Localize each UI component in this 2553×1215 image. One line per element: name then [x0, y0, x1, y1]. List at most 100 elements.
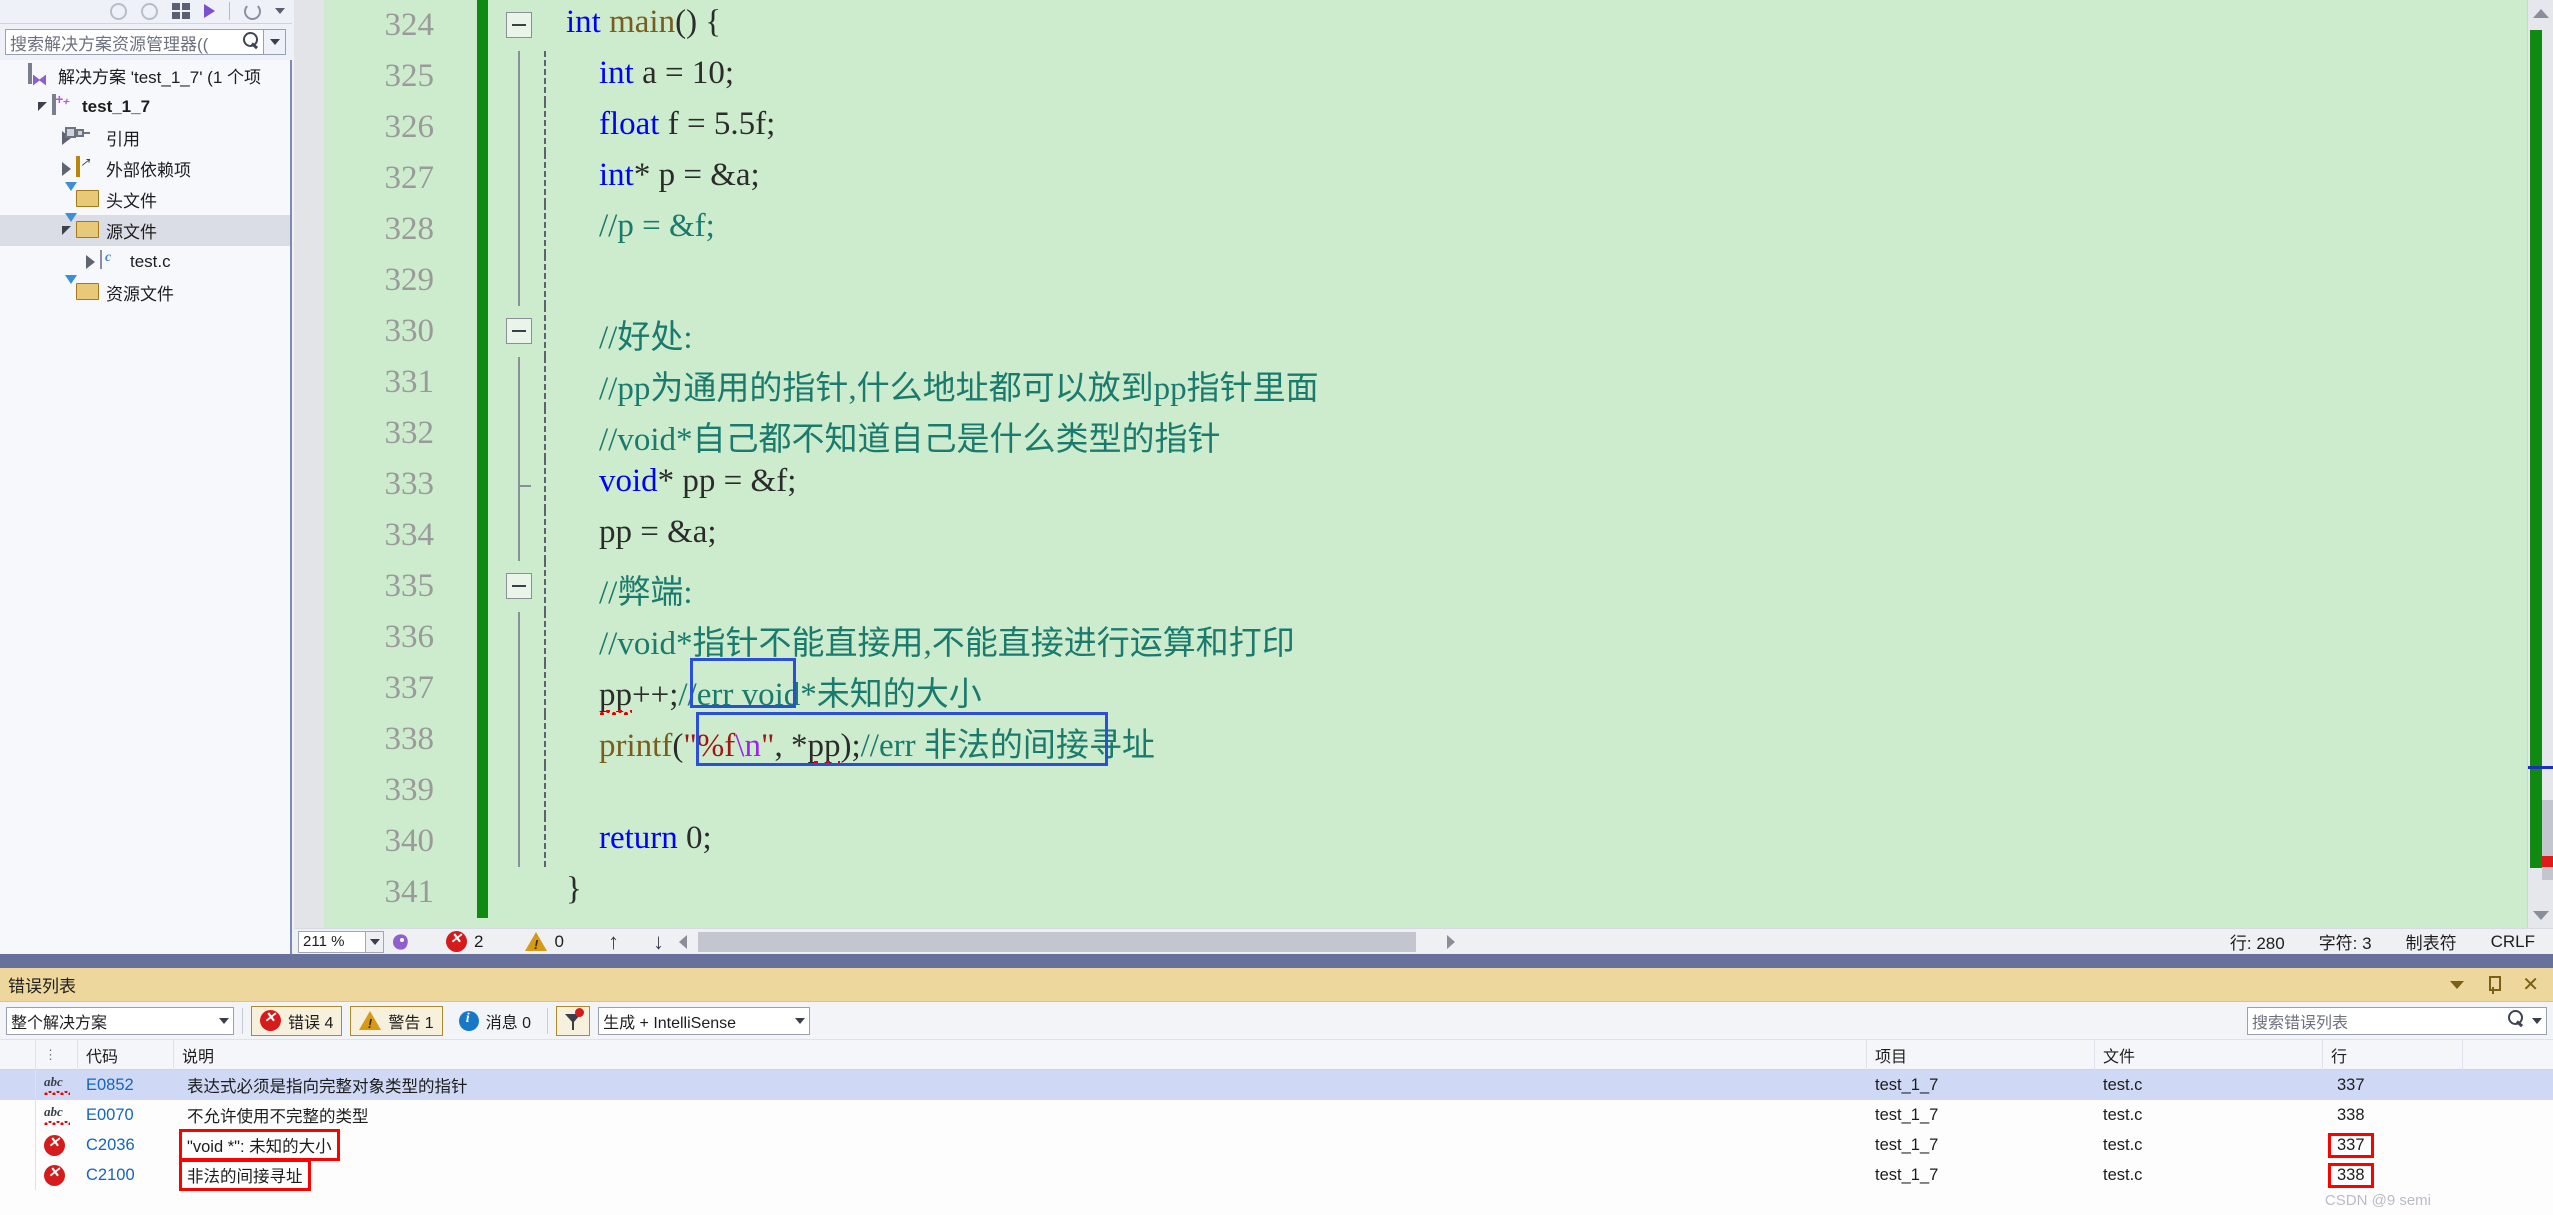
tree-item-5[interactable]: 源文件 — [0, 215, 290, 246]
code-line-325[interactable]: 325 int a = 10; — [294, 51, 2527, 102]
prev-issue-icon[interactable]: ↑ — [608, 929, 619, 955]
pin-icon[interactable] — [2486, 975, 2502, 994]
tabs-indicator[interactable]: 制表符 — [2406, 929, 2457, 954]
messages-toggle-button[interactable]: 消息 0 — [451, 1006, 539, 1036]
code-text[interactable]: //void*自己都不知道自己是什么类型的指针 — [494, 408, 2527, 459]
header-project[interactable]: 项目 — [1867, 1039, 2095, 1070]
table-row[interactable]: C2100 非法的间接寻址 test_1_7 test.c 338 — [0, 1159, 2553, 1191]
tree-item-4[interactable]: 头文件 — [0, 184, 290, 215]
chevron-down-icon[interactable] — [275, 8, 285, 14]
header-description[interactable]: 说明 — [174, 1039, 1867, 1070]
editor-code-area[interactable]: 324 int main() {325 int a = 10; 326 float … — [294, 0, 2527, 928]
tree-item-0[interactable]: 解决方案 'test_1_7' (1 个项 — [0, 60, 290, 91]
code-text[interactable]: //弊端: — [494, 561, 2527, 612]
table-row[interactable]: C2036 "void *": 未知的大小 test_1_7 test.c 337 — [0, 1129, 2553, 1161]
header-code[interactable]: 代码 — [78, 1039, 174, 1070]
code-line-326[interactable]: 326 float f = 5.5f; — [294, 102, 2527, 153]
scrollbar-thumb[interactable] — [2542, 800, 2553, 880]
code-editor[interactable]: 324 int main() {325 int a = 10; 326 float … — [294, 0, 2553, 954]
tree-twisty[interactable] — [32, 102, 52, 111]
editor-vertical-scrollbar[interactable] — [2527, 0, 2553, 928]
header-line[interactable]: 行 — [2323, 1039, 2463, 1070]
collapse-region-icon[interactable] — [506, 12, 532, 38]
next-issue-icon[interactable]: ↓ — [653, 929, 664, 955]
tree-item-2[interactable]: 引用 — [0, 122, 290, 153]
code-line-341[interactable]: 341} — [294, 867, 2527, 918]
scroll-right-icon[interactable] — [1440, 932, 1462, 952]
solution-tree[interactable]: 解决方案 'test_1_7' (1 个项 test_1_7 引用外部依赖项头文件源… — [0, 60, 290, 954]
code-line-324[interactable]: 324 int main() { — [294, 0, 2527, 51]
search-icon[interactable] — [2508, 1010, 2524, 1031]
zoom-level-input[interactable]: 211 % — [298, 930, 366, 953]
code-text[interactable]: //void*指针不能直接用,不能直接进行运算和打印 — [494, 612, 2527, 663]
code-line-334[interactable]: 334 pp = &a; — [294, 510, 2527, 561]
collapse-arrow-icon[interactable] — [37, 102, 47, 111]
code-text[interactable]: printf("%f\n", *pp);//err 非法的间接寻址 — [494, 714, 2527, 765]
code-text[interactable]: int* p = &a; — [494, 153, 2527, 204]
code-line-331[interactable]: 331 //pp为通用的指针,什么地址都可以放到pp指针里面 — [294, 357, 2527, 408]
header-severity[interactable]: ⋮ — [36, 1039, 78, 1070]
scope-filter-dropdown[interactable]: 整个解决方案 — [6, 1006, 234, 1035]
panel-menu-icon[interactable] — [2450, 980, 2465, 989]
search-options-button[interactable] — [264, 29, 286, 55]
code-line-340[interactable]: 340 return 0; — [294, 816, 2527, 867]
code-line-332[interactable]: 332 //void*自己都不知道自己是什么类型的指针 — [294, 408, 2527, 459]
tree-twisty[interactable] — [56, 161, 76, 176]
forward-icon[interactable] — [141, 2, 158, 20]
code-text[interactable]: //p = &f; — [494, 204, 2527, 255]
warnings-toggle-button[interactable]: 警告 1 — [350, 1005, 443, 1036]
code-text[interactable]: //pp为通用的指针,什么地址都可以放到pp指针里面 — [494, 357, 2527, 408]
code-text[interactable]: int a = 10; — [494, 51, 2527, 102]
code-line-327[interactable]: 327 int* p = &a; — [294, 153, 2527, 204]
error-list-rows[interactable]: E0852表达式必须是指向完整对象类型的指针test_1_7test.c337E… — [0, 1070, 2553, 1191]
code-line-328[interactable]: 328 //p = &f; — [294, 204, 2527, 255]
editor-horizontal-scrollbar[interactable] — [672, 931, 2222, 952]
errors-toggle-button[interactable]: 错误 4 — [251, 1005, 343, 1036]
warning-count-status[interactable]: 0 — [525, 932, 564, 952]
zoom-dropdown-icon[interactable] — [366, 930, 384, 953]
scroll-up-icon[interactable] — [2528, 0, 2553, 26]
code-text[interactable] — [494, 255, 2527, 306]
error-count-status[interactable]: 2 — [446, 930, 483, 952]
build-filter-dropdown[interactable]: 生成 + IntelliSense — [598, 1006, 811, 1035]
tree-item-7[interactable]: 资源文件 — [0, 277, 290, 308]
scroll-left-icon[interactable] — [672, 932, 694, 952]
code-line-338[interactable]: 338 printf("%f\n", *pp);//err 非法的间接寻址 — [294, 714, 2527, 765]
code-text[interactable]: pp = &a; — [494, 510, 2527, 561]
tree-twisty[interactable] — [56, 226, 76, 235]
code-text[interactable]: pp++;//err void*未知的大小 — [494, 663, 2527, 714]
code-text[interactable] — [494, 765, 2527, 816]
search-input[interactable]: 搜索解决方案资源管理器(( — [5, 29, 264, 55]
tree-item-3[interactable]: 外部依赖项 — [0, 153, 290, 184]
scroll-down-icon[interactable] — [2528, 902, 2553, 928]
table-row[interactable]: E0070 不允许使用不完整的类型 test_1_7 test.c 338 — [0, 1100, 2553, 1130]
code-line-337[interactable]: 337 pp++;//err void*未知的大小 — [294, 663, 2527, 714]
filter-button[interactable] — [556, 1005, 591, 1036]
code-line-330[interactable]: 330 //好处: — [294, 306, 2527, 357]
tree-item-6[interactable]: test.c — [0, 246, 290, 277]
code-line-329[interactable]: 329 — [294, 255, 2527, 306]
error-search-input[interactable]: 搜索错误列表 — [2247, 1006, 2547, 1035]
back-icon[interactable] — [110, 2, 127, 20]
collapse-region-icon[interactable] — [506, 318, 532, 344]
tree-twisty[interactable] — [80, 254, 100, 269]
expand-arrow-icon[interactable] — [61, 161, 71, 176]
code-text[interactable]: } — [494, 867, 2527, 918]
hscrollbar-thumb[interactable] — [697, 931, 1416, 952]
collapse-arrow-icon[interactable] — [61, 226, 71, 235]
home-grid-icon[interactable] — [172, 3, 190, 19]
code-text[interactable]: //好处: — [494, 306, 2527, 357]
code-text[interactable]: void* pp = &f; — [494, 459, 2527, 510]
code-line-333[interactable]: 333 void* pp = &f; — [294, 459, 2527, 510]
eol-indicator[interactable]: CRLF — [2491, 932, 2535, 952]
code-text[interactable]: return 0; — [494, 816, 2527, 867]
code-text[interactable]: int main() { — [494, 0, 2527, 51]
sync-arrow-icon[interactable] — [204, 4, 215, 18]
search-icon[interactable] — [243, 31, 259, 53]
table-row[interactable]: E0852 表达式必须是指向完整对象类型的指针 test_1_7 test.c 337 — [0, 1070, 2553, 1100]
expand-arrow-icon[interactable] — [85, 254, 95, 269]
intellisense-head-icon[interactable] — [384, 931, 418, 953]
header-file[interactable]: 文件 — [2095, 1039, 2323, 1070]
code-line-336[interactable]: 336 //void*指针不能直接用,不能直接进行运算和打印 — [294, 612, 2527, 663]
code-text[interactable]: float f = 5.5f; — [494, 102, 2527, 153]
